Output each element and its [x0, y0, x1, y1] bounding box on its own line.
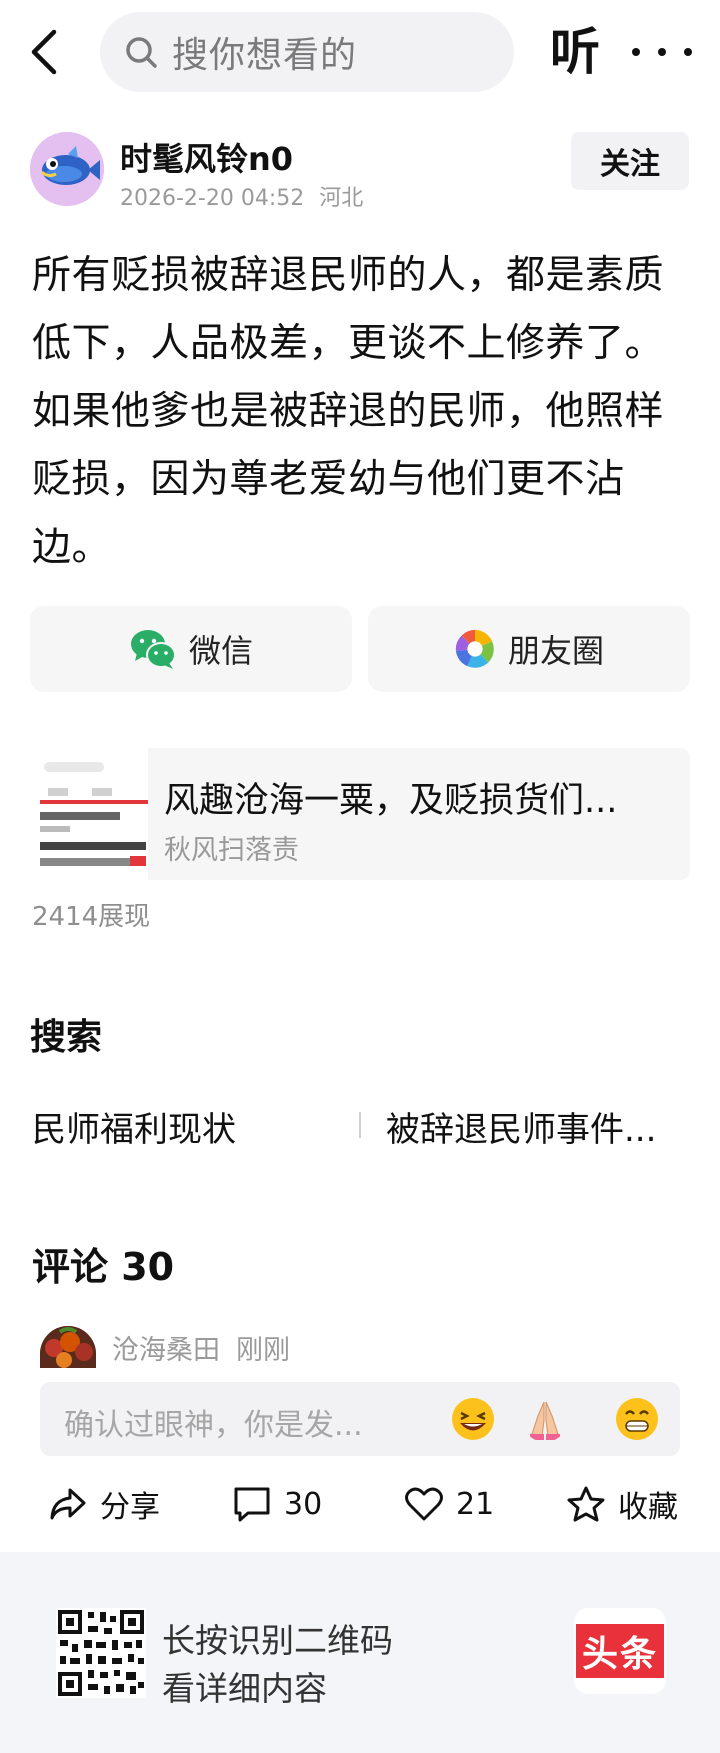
laughing-emoji-icon[interactable]	[450, 1396, 496, 1442]
moments-icon	[455, 629, 495, 669]
comment-time: 刚刚	[236, 1335, 290, 1366]
search-placeholder: 搜你想看的	[172, 35, 358, 76]
footer-detail-hint: 看详细内容	[162, 1669, 327, 1708]
qr-code-image[interactable]	[56, 1608, 146, 1698]
share-moments-label: 朋友圈	[507, 632, 604, 670]
grinning-emoji-icon[interactable]	[614, 1396, 660, 1442]
back-button[interactable]	[28, 22, 78, 82]
share-label: 分享	[100, 1490, 160, 1525]
comment-count: 30	[284, 1486, 323, 1522]
share-arrow-icon	[50, 1488, 86, 1520]
quoted-post-thumbnail	[30, 748, 148, 880]
like-count: 21	[456, 1486, 495, 1522]
fruit-avatar-image	[40, 1326, 96, 1368]
like-button[interactable]: 21	[404, 1474, 494, 1534]
search-input[interactable]: 搜你想看的	[100, 12, 514, 92]
quoted-post-card[interactable]: 风趣沧海一粟，及贬损货们... 秋风扫落责	[30, 748, 690, 880]
qr-code-icon	[56, 1608, 146, 1698]
star-icon	[567, 1486, 605, 1522]
comment-input-placeholder: 确认过眼神，你是发...	[64, 1408, 363, 1443]
favorite-label: 收藏	[618, 1490, 678, 1525]
search-suggestion[interactable]: 被辞退民师事件...	[386, 1102, 686, 1151]
dot-icon	[684, 48, 692, 56]
search-icon	[126, 37, 157, 68]
comment-button[interactable]: 30	[232, 1474, 322, 1534]
author-name[interactable]: 时髦风铃n0	[120, 134, 293, 180]
toutiao-logo: 头条	[574, 1608, 666, 1694]
wechat-icon	[130, 630, 176, 669]
search-suggestion[interactable]: 民师福利现状	[32, 1102, 236, 1151]
footer-qr-hint: 长按识别二维码	[162, 1621, 393, 1660]
dot-icon	[658, 48, 666, 56]
view-count: 2414展现	[32, 902, 151, 932]
quoted-post-title: 风趣沧海一粟，及贬损货们...	[164, 781, 618, 821]
post-location: 河北	[319, 186, 364, 211]
post-datetime: 2026-2-20 04:52	[120, 186, 305, 211]
comment-avatar[interactable]	[40, 1326, 96, 1368]
heart-icon	[405, 1487, 443, 1521]
post-body: 所有贬损被辞退民师的人，都是素质低下，人品极差，更谈不上修养了。如果他爹也是被辞…	[32, 253, 665, 570]
listen-button[interactable]: 听	[550, 22, 600, 82]
favorite-button[interactable]: 收藏	[566, 1474, 678, 1534]
chevron-left-icon	[31, 29, 57, 75]
share-wechat-button[interactable]: 微信	[30, 606, 352, 692]
comment-username[interactable]: 沧海桑田	[112, 1328, 220, 1367]
dot-icon	[632, 48, 640, 56]
quoted-post-author: 秋风扫落责	[164, 835, 299, 866]
author-avatar[interactable]	[30, 132, 104, 206]
post-meta: 2026-2-20 04:52 河北	[120, 180, 363, 212]
search-section-title: 搜索	[30, 1017, 103, 1058]
fish-avatar-icon	[30, 132, 104, 206]
pray-hands-icon[interactable]	[522, 1396, 568, 1442]
suggestion-divider	[359, 1112, 361, 1138]
comment-input[interactable]: 确认过眼神，你是发...	[40, 1382, 680, 1456]
screenshot-thumbnail-image	[30, 748, 148, 880]
comments-title: 评论 30	[32, 1245, 175, 1289]
more-options-button[interactable]	[632, 22, 692, 82]
comment-bubble-icon	[234, 1487, 270, 1522]
share-moments-button[interactable]: 朋友圈	[368, 606, 690, 692]
share-button[interactable]: 分享	[48, 1474, 160, 1534]
follow-button[interactable]: 关注	[571, 132, 689, 190]
toutiao-logo-text: 头条	[576, 1624, 664, 1678]
share-wechat-label: 微信	[188, 632, 253, 670]
